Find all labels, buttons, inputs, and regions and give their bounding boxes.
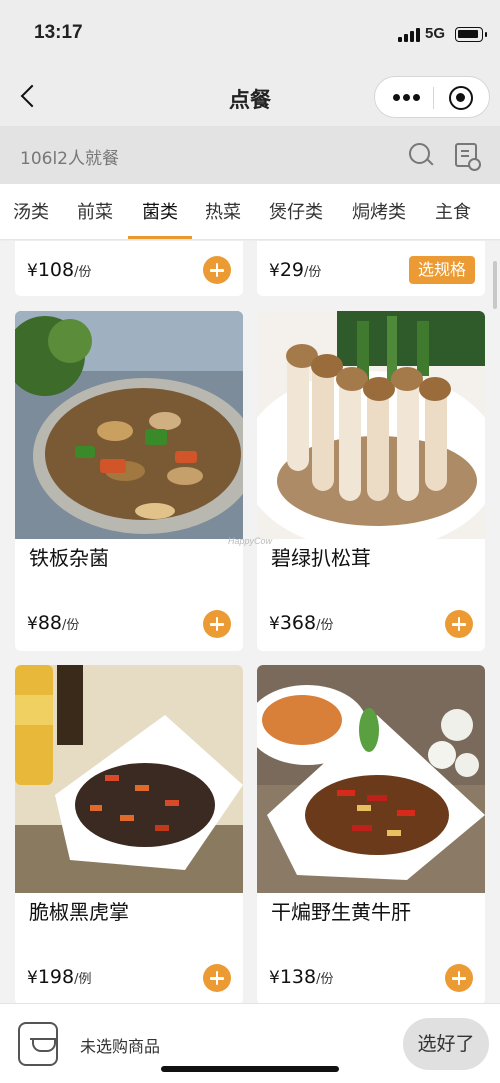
add-button[interactable] (445, 964, 473, 992)
dish-name: 干煸野生黄牛肝 (271, 900, 411, 924)
price: ¥108/份 (27, 259, 92, 281)
menu-card[interactable]: 脆椒黑虎掌 ¥198/例 (15, 665, 243, 1003)
dish-photo (257, 665, 485, 893)
table-info-bar: 106l2人就餐 (0, 126, 500, 184)
signal-icon (398, 28, 420, 42)
tab-claypot[interactable]: 煲仔类 (269, 198, 323, 224)
add-button[interactable] (203, 256, 231, 284)
menu-card[interactable]: 铁板杂菌 ¥88/份 (15, 311, 243, 651)
search-icon[interactable] (409, 143, 433, 167)
status-time: 13:17 (34, 22, 83, 43)
price: ¥198/例 (27, 966, 92, 988)
tab-mushroom[interactable]: 菌类 (142, 198, 178, 224)
table-info: 106l2人就餐 (20, 149, 119, 169)
price: ¥88/份 (27, 612, 80, 634)
scrollbar[interactable] (493, 261, 497, 309)
tab-appetizer[interactable]: 前菜 (77, 198, 113, 224)
cart-bar: 未选购商品 选好了 (0, 1003, 500, 1083)
dish-name: 脆椒黑虎掌 (29, 900, 129, 924)
cart-status: 未选购商品 (80, 1037, 161, 1056)
mini-program-capsule (374, 76, 490, 118)
nav-bar: 点餐 (0, 70, 500, 126)
menu-list[interactable]: ¥108/份 ¥29/份 选规格 铁板杂菌 ¥88/份 碧绿扒松茸 ¥368/份… (0, 241, 500, 1003)
menu-card[interactable]: 干煸野生黄牛肝 ¥138/份 (257, 665, 485, 1003)
price: ¥368/份 (269, 612, 334, 634)
menu-card[interactable]: ¥108/份 (15, 241, 243, 296)
network-label: 5G (425, 25, 446, 42)
order-search-icon[interactable] (455, 143, 481, 171)
home-indicator (161, 1066, 339, 1072)
more-icon[interactable] (393, 94, 421, 102)
active-tab-indicator (128, 236, 192, 239)
tab-soup[interactable]: 汤类 (13, 198, 49, 224)
battery-icon (455, 27, 487, 42)
price: ¥138/份 (269, 966, 334, 988)
tab-baked[interactable]: 焗烤类 (352, 198, 406, 224)
menu-card[interactable]: ¥29/份 选规格 (257, 241, 485, 296)
tab-hot-dish[interactable]: 热菜 (205, 198, 241, 224)
dish-photo (15, 665, 243, 893)
price: ¥29/份 (269, 259, 322, 281)
add-button[interactable] (203, 964, 231, 992)
status-bar: 13:17 5G (0, 0, 500, 70)
done-button[interactable]: 选好了 (403, 1018, 489, 1070)
capsule-divider (433, 87, 434, 109)
dish-photo (15, 311, 243, 539)
select-spec-button[interactable]: 选规格 (409, 256, 475, 284)
dish-name: 铁板杂菌 (29, 546, 109, 570)
dish-photo (257, 311, 485, 539)
dish-name: 碧绿扒松茸 (271, 546, 371, 570)
cart-icon[interactable] (18, 1022, 58, 1066)
add-button[interactable] (445, 610, 473, 638)
tab-staple[interactable]: 主食 (435, 198, 471, 224)
category-tabs: 汤类 前菜 菌类 热菜 煲仔类 焗烤类 主食 (0, 184, 500, 240)
watermark: HappyCow (228, 536, 273, 546)
close-target-icon[interactable] (449, 86, 473, 110)
menu-card[interactable]: 碧绿扒松茸 ¥368/份 (257, 311, 485, 651)
add-button[interactable] (203, 610, 231, 638)
